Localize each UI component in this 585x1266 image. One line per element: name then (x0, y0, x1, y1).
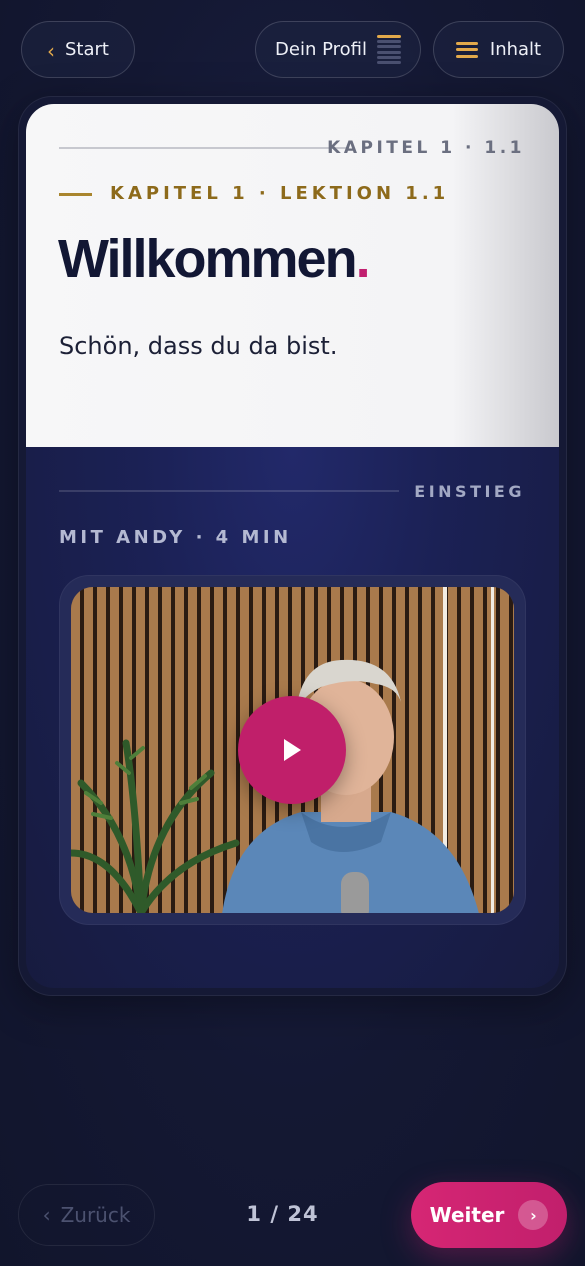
section-tag: EINSTIEG (414, 482, 525, 501)
lesson-subtitle: Schön, dass du da bist. (59, 332, 338, 360)
toc-button-label: Inhalt (489, 39, 542, 60)
video-meta: MIT ANDY · 4 MIN (59, 527, 292, 548)
divider (59, 490, 399, 492)
start-button-label: Start (65, 39, 109, 60)
play-icon (284, 739, 301, 761)
lesson-title-dot: . (355, 229, 371, 289)
kicker-rule (59, 193, 92, 196)
chevron-right-icon: › (518, 1200, 549, 1230)
profile-button[interactable]: Dein Profil (255, 21, 421, 78)
chevron-left-icon: ‹ (47, 38, 55, 63)
presenter-image (222, 659, 479, 913)
toc-button[interactable]: Inhalt (433, 21, 564, 78)
lesson-title-text: Willkommen (58, 229, 358, 289)
hamburger-icon (455, 41, 478, 58)
start-button[interactable]: ‹ Start (21, 21, 135, 78)
profile-button-label: Dein Profil (275, 39, 367, 60)
chapter-tag: KAPITEL 1 · 1.1 (327, 138, 525, 158)
next-button[interactable]: Weiter › (411, 1182, 567, 1248)
lesson-kicker: KAPITEL 1 · LEKTION 1.1 (110, 183, 450, 204)
divider (59, 147, 347, 149)
next-button-label: Weiter (429, 1203, 505, 1227)
play-button[interactable] (238, 696, 346, 804)
progress-icon (376, 34, 401, 65)
lesson-title: Willkommen. (58, 228, 371, 290)
